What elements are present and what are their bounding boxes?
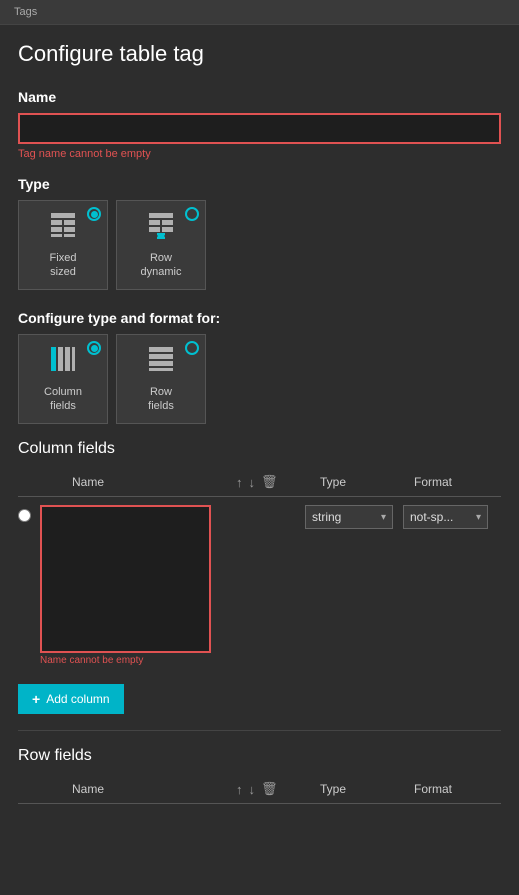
type-card-fixed-sized[interactable]: Fixed sized	[18, 200, 108, 290]
page-title: Configure table tag	[18, 41, 501, 67]
name-section: Name Tag name cannot be empty	[18, 89, 501, 160]
type-section: Type Fixed	[18, 176, 501, 290]
column-fields-title: Column fields	[18, 440, 501, 458]
type-card-row-dynamic[interactable]: Row dynamic	[116, 200, 206, 290]
delete-icon[interactable]: 🗑	[261, 474, 278, 490]
type-cards: Fixed sized	[18, 200, 501, 290]
add-column-button[interactable]: + Add column	[18, 684, 124, 714]
format-dropdown-value: not-sp...	[410, 510, 453, 524]
row-fields-icon	[147, 345, 175, 379]
main-content: Configure table tag Name Tag name cannot…	[0, 25, 519, 836]
row-dynamic-label: Row dynamic	[141, 251, 182, 280]
add-column-icon: +	[32, 691, 40, 707]
breadcrumb-label: Tags	[14, 6, 37, 18]
row-dynamic-icon	[147, 211, 175, 245]
configure-label: Configure type and format for:	[18, 310, 501, 326]
fixed-sized-label: Fixed sized	[50, 251, 77, 280]
row-col-header-type: Type	[320, 782, 410, 796]
col-header-type: Type	[320, 475, 410, 489]
row-name-error: Name cannot be empty	[40, 655, 211, 666]
configure-section: Configure type and format for: Column fi…	[18, 310, 501, 424]
row-delete-icon[interactable]: 🗑	[261, 781, 278, 797]
row-sort-down-icon[interactable]: ↓	[249, 782, 256, 797]
radio-column-fields	[87, 341, 101, 355]
name-input[interactable]	[18, 113, 501, 144]
column-fields-icon	[49, 345, 77, 379]
type-dropdown-value: string	[312, 510, 341, 524]
row-col-header-format: Format	[414, 782, 501, 796]
row-fields-label: Row fields	[148, 385, 174, 414]
type-label: Type	[18, 176, 501, 192]
config-card-row-fields[interactable]: Row fields	[116, 334, 206, 424]
column-fields-section: Column fields Name ↑ ↓ 🗑 Type Format Nam…	[18, 440, 501, 714]
row-sort-up-icon[interactable]: ↑	[236, 782, 243, 797]
column-fields-row: Name cannot be empty string ▾ not-sp... …	[18, 497, 501, 674]
format-dropdown-arrow: ▾	[476, 512, 481, 523]
fixed-sized-icon	[49, 211, 77, 245]
row-entry: Name cannot be empty string ▾ not-sp... …	[18, 505, 501, 666]
sort-up-icon[interactable]: ↑	[236, 475, 243, 490]
name-label: Name	[18, 89, 501, 105]
config-card-column-fields[interactable]: Column fields	[18, 334, 108, 424]
col-header-actions: ↑ ↓ 🗑	[236, 474, 316, 490]
name-error: Tag name cannot be empty	[18, 148, 501, 160]
add-column-label: Add column	[46, 692, 109, 706]
config-cards: Column fields Row fields	[18, 334, 501, 424]
row-radio[interactable]	[18, 509, 31, 522]
radio-row-fields	[185, 341, 199, 355]
row-fields-header: Name ↑ ↓ 🗑 Type Format	[18, 775, 501, 804]
sort-down-icon[interactable]: ↓	[249, 475, 256, 490]
column-fields-header: Name ↑ ↓ 🗑 Type Format	[18, 468, 501, 497]
divider	[18, 730, 501, 731]
format-dropdown[interactable]: not-sp... ▾	[403, 505, 488, 529]
col-header-format: Format	[414, 475, 501, 489]
row-col-header-actions: ↑ ↓ 🗑	[236, 781, 316, 797]
column-fields-label: Column fields	[44, 385, 82, 414]
radio-row-dynamic	[185, 207, 199, 221]
row-name-input[interactable]	[40, 505, 211, 653]
radio-fixed-sized	[87, 207, 101, 221]
row-name-group: Name cannot be empty	[40, 505, 211, 666]
type-dropdown[interactable]: string ▾	[305, 505, 393, 529]
row-fields-section: Row fields Name ↑ ↓ 🗑 Type Format	[18, 747, 501, 804]
col-header-name: Name	[72, 475, 232, 489]
type-dropdown-arrow: ▾	[381, 512, 386, 523]
breadcrumb: Tags	[0, 0, 519, 25]
row-fields-title: Row fields	[18, 747, 501, 765]
row-col-header-name: Name	[72, 782, 232, 796]
